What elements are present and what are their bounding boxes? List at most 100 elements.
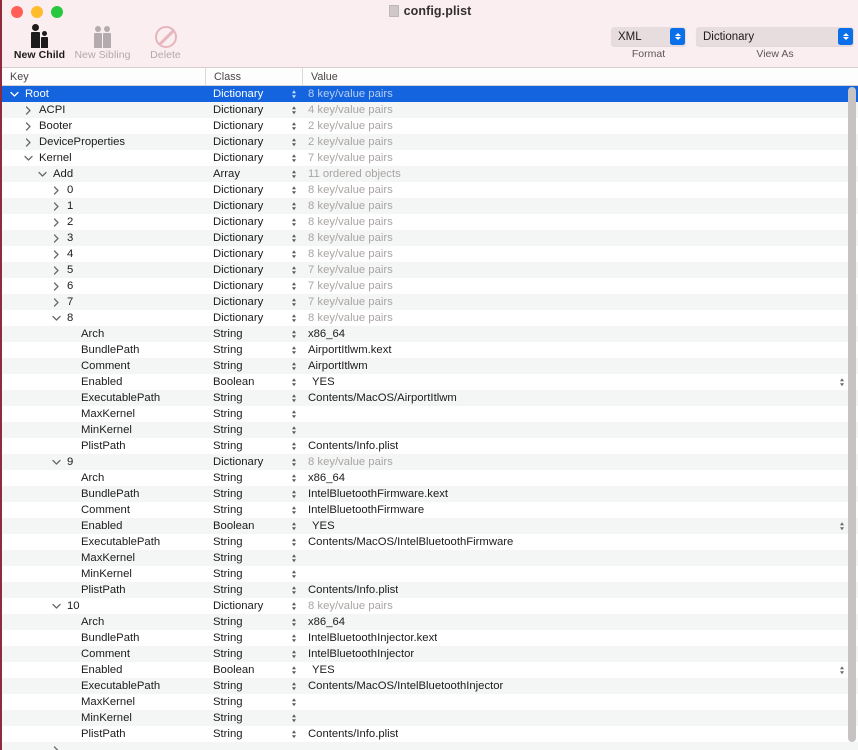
cell-class[interactable]: String — [205, 342, 302, 358]
table-row[interactable]: 5 Dictionary 7 key/value pairs — [2, 262, 858, 278]
table-row[interactable]: ACPI Dictionary 4 key/value pairs — [2, 102, 858, 118]
cell-class[interactable]: Boolean — [205, 518, 302, 534]
table-row[interactable]: Arch String x86_64 — [2, 614, 858, 630]
cell-value[interactable]: x86_64 — [302, 470, 858, 486]
class-stepper-icon[interactable] — [292, 634, 296, 642]
class-stepper-icon[interactable] — [292, 218, 296, 226]
chevron-right-icon[interactable] — [50, 217, 63, 227]
scrollbar-thumb[interactable] — [848, 87, 856, 742]
cell-value[interactable]: x86_64 — [302, 326, 858, 342]
column-header-key[interactable]: Key — [2, 68, 205, 85]
chevron-down-icon[interactable] — [8, 91, 21, 98]
cell-class[interactable]: Dictionary — [205, 86, 302, 102]
class-stepper-icon[interactable] — [292, 682, 296, 690]
class-stepper-icon[interactable] — [292, 442, 296, 450]
class-stepper-icon[interactable] — [292, 554, 296, 562]
chevron-right-icon[interactable] — [50, 745, 63, 750]
cell-class[interactable]: Dictionary — [205, 182, 302, 198]
cell-value[interactable]: 8 key/value pairs — [302, 454, 858, 470]
cell-value[interactable] — [302, 694, 858, 710]
cell-class[interactable]: String — [205, 486, 302, 502]
cell-value[interactable] — [302, 406, 858, 422]
table-row[interactable]: Enabled Boolean YES — [2, 662, 858, 678]
cell-class[interactable]: Dictionary — [205, 102, 302, 118]
cell-class[interactable]: String — [205, 438, 302, 454]
table-row[interactable]: Arch String x86_64 — [2, 326, 858, 342]
class-stepper-icon[interactable] — [292, 522, 296, 530]
class-stepper-icon[interactable] — [292, 426, 296, 434]
cell-class[interactable] — [205, 742, 302, 750]
cell-value[interactable]: Contents/Info.plist — [302, 726, 858, 742]
class-stepper-icon[interactable] — [292, 714, 296, 722]
cell-class[interactable]: String — [205, 358, 302, 374]
class-stepper-icon[interactable] — [292, 586, 296, 594]
cell-value[interactable]: 8 key/value pairs — [302, 246, 858, 262]
cell-value[interactable]: Contents/Info.plist — [302, 438, 858, 454]
table-row[interactable]: ExecutablePath String Contents/MacOS/Intel… — [2, 678, 858, 694]
table-row[interactable]: Root Dictionary 8 key/value pairs — [2, 86, 858, 102]
table-row[interactable]: 4 Dictionary 8 key/value pairs — [2, 246, 858, 262]
table-row[interactable]: MinKernel String — [2, 566, 858, 582]
table-row[interactable]: PlistPath String Contents/Info.plist — [2, 438, 858, 454]
cell-class[interactable]: Dictionary — [205, 294, 302, 310]
maximize-button[interactable] — [51, 6, 63, 18]
new-sibling-button[interactable]: New Sibling — [71, 20, 134, 61]
cell-class[interactable]: Dictionary — [205, 454, 302, 470]
cell-value[interactable]: 8 key/value pairs — [302, 214, 858, 230]
class-stepper-icon[interactable] — [292, 122, 296, 130]
cell-value[interactable]: 4 key/value pairs — [302, 102, 858, 118]
cell-class[interactable]: String — [205, 678, 302, 694]
class-stepper-icon[interactable] — [292, 666, 296, 674]
cell-value[interactable]: IntelBluetoothFirmware.kext — [302, 486, 858, 502]
boolean-stepper-icon[interactable] — [840, 666, 844, 674]
chevron-right-icon[interactable] — [50, 249, 63, 259]
table-row[interactable]: 1 Dictionary 8 key/value pairs — [2, 198, 858, 214]
table-row[interactable]: Add Array 11 ordered objects — [2, 166, 858, 182]
table-row[interactable]: Enabled Boolean YES — [2, 518, 858, 534]
class-stepper-icon[interactable] — [292, 266, 296, 274]
cell-value[interactable]: 8 key/value pairs — [302, 230, 858, 246]
cell-class[interactable]: Dictionary — [205, 134, 302, 150]
table-row[interactable]: Comment String IntelBluetoothFirmware — [2, 502, 858, 518]
cell-class[interactable]: String — [205, 566, 302, 582]
chevron-down-icon[interactable] — [50, 603, 63, 610]
cell-class[interactable]: String — [205, 390, 302, 406]
chevron-right-icon[interactable] — [22, 105, 35, 115]
table-row[interactable]: PlistPath String Contents/Info.plist — [2, 582, 858, 598]
cell-class[interactable]: Dictionary — [205, 278, 302, 294]
cell-value[interactable]: IntelBluetoothInjector — [302, 646, 858, 662]
class-stepper-icon[interactable] — [292, 538, 296, 546]
cell-value[interactable]: 7 key/value pairs — [302, 294, 858, 310]
class-stepper-icon[interactable] — [292, 314, 296, 322]
chevron-down-icon[interactable] — [50, 315, 63, 322]
class-stepper-icon[interactable] — [292, 506, 296, 514]
cell-value[interactable] — [302, 742, 858, 750]
cell-value[interactable]: YES — [302, 662, 858, 678]
cell-value[interactable]: Contents/MacOS/IntelBluetoothInjector — [302, 678, 858, 694]
table-row[interactable]: PlistPath String Contents/Info.plist — [2, 726, 858, 742]
table-row[interactable]: Kernel Dictionary 7 key/value pairs — [2, 150, 858, 166]
class-stepper-icon[interactable] — [292, 394, 296, 402]
table-row[interactable]: 3 Dictionary 8 key/value pairs — [2, 230, 858, 246]
cell-value[interactable] — [302, 550, 858, 566]
chevron-right-icon[interactable] — [22, 137, 35, 147]
cell-value[interactable]: Contents/MacOS/IntelBluetoothFirmware — [302, 534, 858, 550]
class-stepper-icon[interactable] — [292, 186, 296, 194]
chevron-down-icon[interactable] — [36, 171, 49, 178]
table-row[interactable]: ExecutablePath String Contents/MacOS/Airpo… — [2, 390, 858, 406]
chevron-down-icon[interactable] — [22, 155, 35, 162]
cell-class[interactable]: String — [205, 582, 302, 598]
cell-value[interactable]: x86_64 — [302, 614, 858, 630]
cell-value[interactable]: Contents/Info.plist — [302, 582, 858, 598]
delete-button[interactable]: Delete — [134, 20, 197, 61]
cell-value[interactable] — [302, 422, 858, 438]
table-row[interactable]: MaxKernel String — [2, 694, 858, 710]
class-stepper-icon[interactable] — [292, 410, 296, 418]
class-stepper-icon[interactable] — [292, 138, 296, 146]
format-dropdown[interactable]: XML — [611, 27, 686, 46]
class-stepper-icon[interactable] — [292, 378, 296, 386]
cell-value[interactable]: 8 key/value pairs — [302, 598, 858, 614]
cell-value[interactable]: YES — [302, 374, 858, 390]
class-stepper-icon[interactable] — [292, 330, 296, 338]
cell-class[interactable]: Array — [205, 166, 302, 182]
